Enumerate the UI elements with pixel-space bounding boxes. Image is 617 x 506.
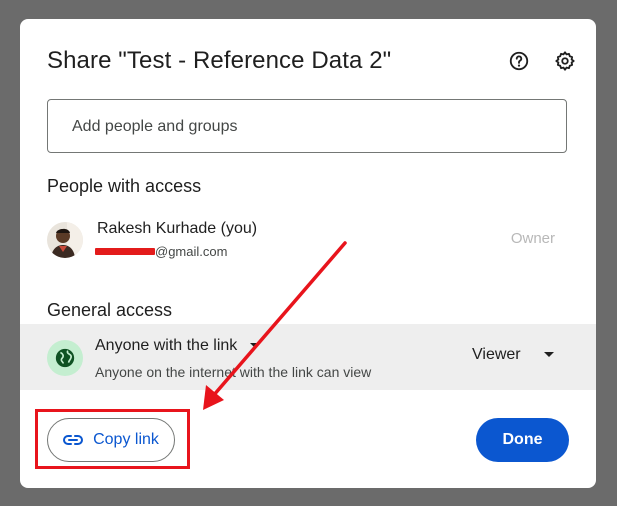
general-access-row: Anyone with the link Anyone on the inter… bbox=[20, 324, 596, 390]
person-email: @gmail.com bbox=[95, 243, 227, 259]
done-label: Done bbox=[502, 431, 543, 448]
person-role: Owner bbox=[510, 230, 555, 247]
person-name: Rakesh Kurhade (you) bbox=[97, 220, 258, 237]
person-email-suffix: @gmail.com bbox=[155, 243, 228, 259]
access-description: Anyone on the internet with the link can… bbox=[95, 364, 372, 380]
annotation-highlight-box bbox=[35, 409, 190, 469]
globe-icon bbox=[47, 340, 83, 376]
access-scope-dropdown[interactable]: Anyone with the link bbox=[95, 337, 261, 355]
done-button[interactable]: Done bbox=[476, 418, 569, 462]
access-role-dropdown[interactable]: Viewer bbox=[472, 346, 555, 364]
avatar bbox=[47, 222, 83, 258]
access-role-label: Viewer bbox=[472, 346, 521, 363]
gear-icon[interactable] bbox=[553, 49, 577, 73]
add-people-input[interactable] bbox=[70, 117, 544, 137]
caret-down-icon bbox=[543, 352, 554, 357]
person-row: Rakesh Kurhade (you) @gmail.com Owner bbox=[47, 219, 567, 263]
general-access-heading: General access bbox=[47, 300, 173, 320]
dialog-title: Share "Test - Reference Data 2" bbox=[47, 47, 392, 74]
access-scope-label: Anyone with the link bbox=[95, 337, 238, 354]
people-with-access-heading: People with access bbox=[47, 176, 202, 196]
caret-down-icon bbox=[250, 343, 261, 348]
redaction-mark bbox=[95, 247, 155, 255]
help-circle-icon[interactable] bbox=[507, 49, 531, 73]
add-people-field[interactable] bbox=[47, 99, 567, 153]
